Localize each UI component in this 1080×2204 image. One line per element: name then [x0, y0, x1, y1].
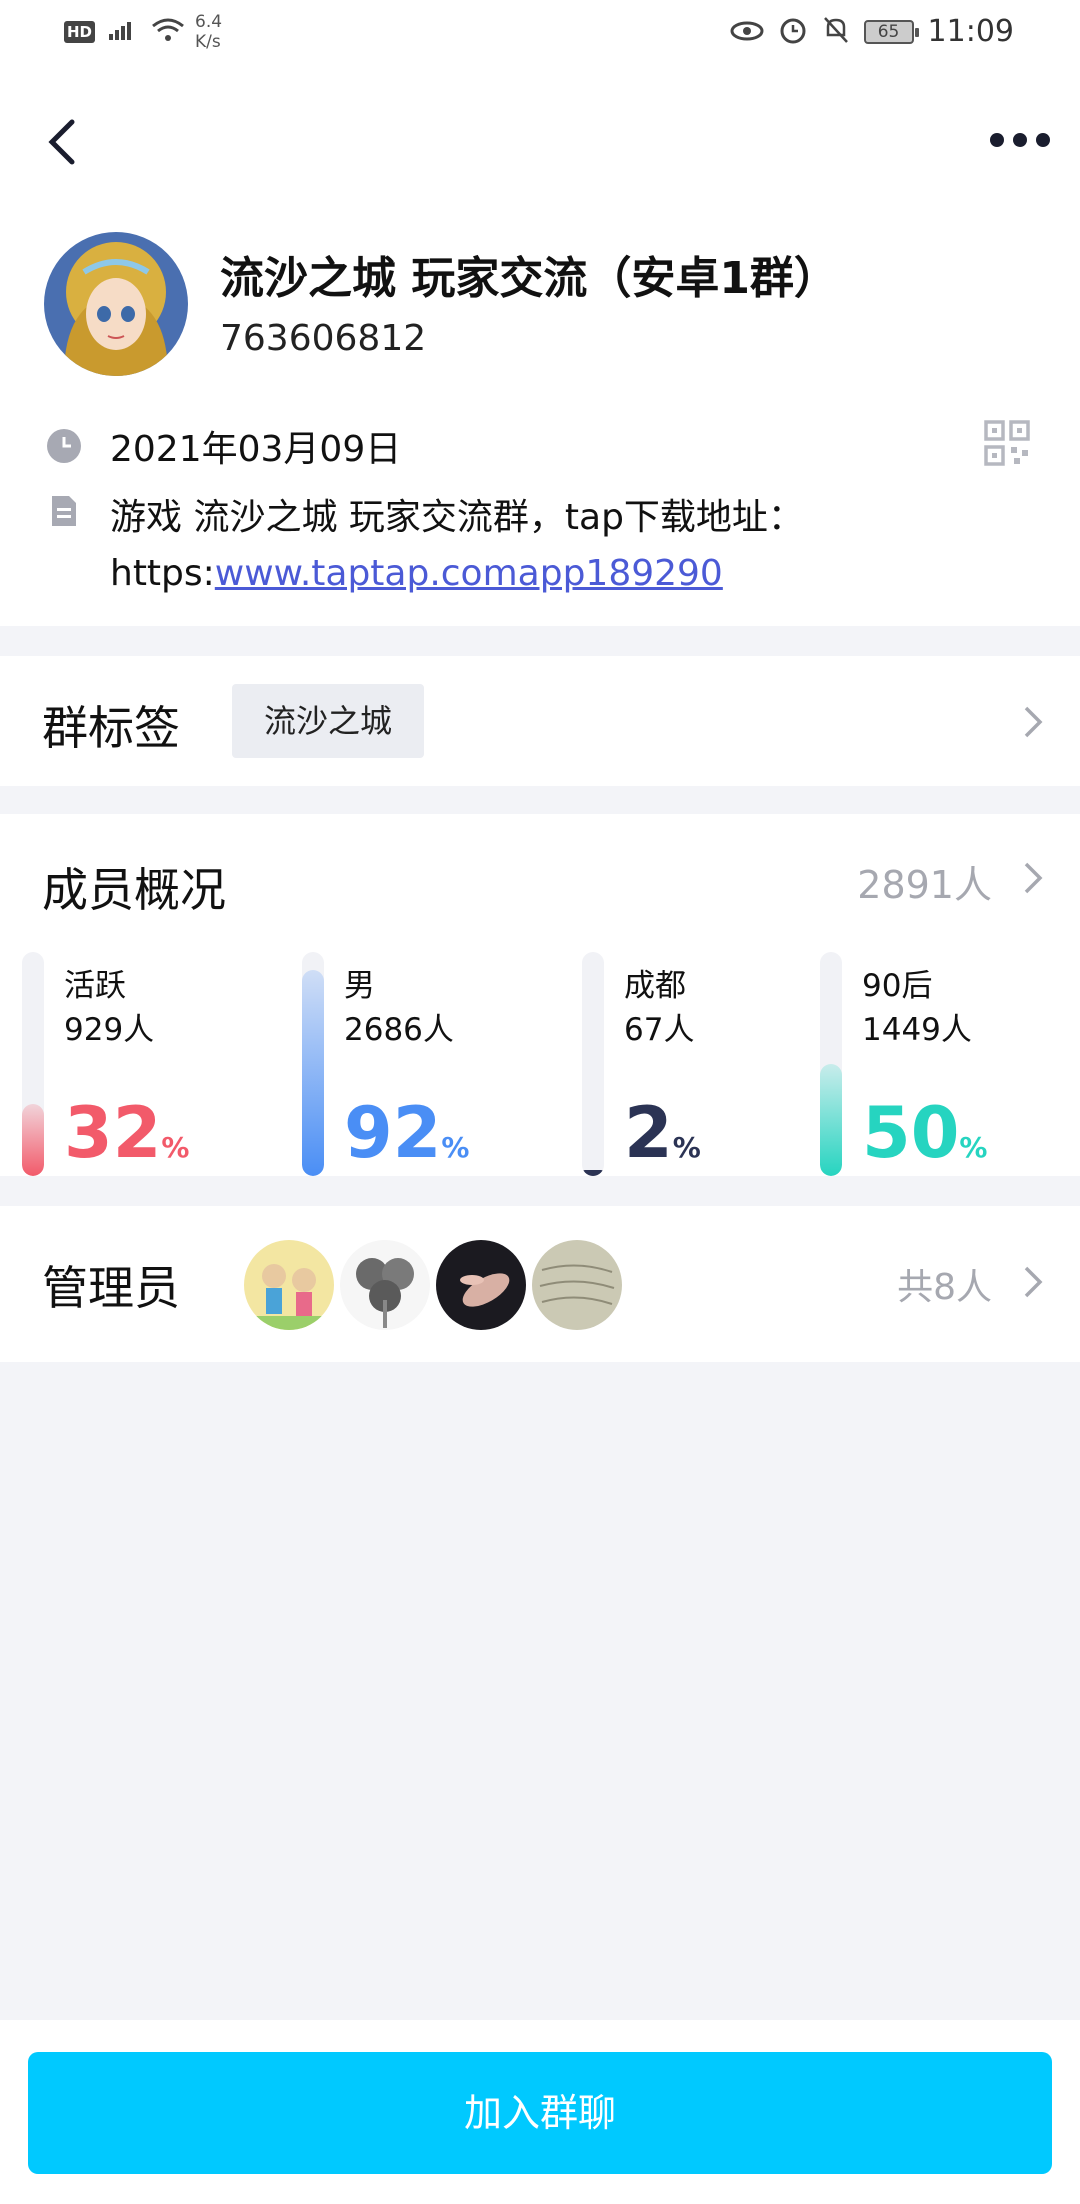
admin-avatar[interactable]: [244, 1240, 334, 1330]
admin-avatars: [244, 1240, 622, 1330]
stat-bar-fill: [582, 1170, 604, 1176]
clock-time: 11:09: [927, 14, 1014, 49]
stat-percent: 2%: [624, 1092, 701, 1174]
tags-title: 群标签: [42, 701, 180, 755]
member-count: 2891人: [857, 863, 992, 907]
stat-count: 67人: [624, 1012, 695, 1048]
speed-value: 6.4: [195, 12, 223, 32]
qr-code-button[interactable]: [984, 420, 1030, 466]
created-date-row: 2021年03月09日: [46, 420, 401, 472]
stat-bar-track: [820, 952, 842, 1176]
bottom-bar: 加入群聊: [0, 2020, 1080, 2204]
stat-count: 929人: [64, 1012, 155, 1048]
admin-avatar[interactable]: [532, 1240, 622, 1330]
stat-bar-track: [22, 952, 44, 1176]
document-icon: [52, 496, 76, 526]
avatar-illustration: [44, 232, 188, 376]
group-info-card: 流沙之城 玩家交流（安卓1群） 763606812 2021年03月09日 游戏…: [0, 70, 1080, 626]
eye-icon: [730, 18, 764, 46]
back-arrow-icon: [48, 119, 75, 165]
stat-percent-value: 92: [344, 1092, 442, 1174]
chevron-right-icon: [1024, 706, 1043, 738]
hd-badge: HD: [64, 21, 96, 43]
status-right: 65 11:09: [730, 14, 1014, 49]
stat-percent-unit: %: [441, 1131, 470, 1164]
admin-avatar[interactable]: [340, 1240, 430, 1330]
chevron-right-icon: [1024, 862, 1043, 894]
status-bar: HD 6.4 K/s 65 11:09: [0, 0, 1080, 70]
qr-code-icon: [984, 420, 1030, 466]
group-avatar[interactable]: [44, 232, 188, 376]
stat-percent-value: 32: [64, 1092, 162, 1174]
network-speed: 6.4 K/s: [195, 12, 222, 52]
admin-total: 共8人: [897, 1267, 992, 1308]
join-group-button[interactable]: 加入群聊: [28, 2052, 1052, 2174]
group-description: 游戏 流沙之城 玩家交流群，tap下载地址： https:www.taptap.…: [110, 490, 1026, 602]
group-tags-row[interactable]: 群标签 流沙之城: [0, 656, 1080, 786]
stat-count: 2686人: [344, 1012, 454, 1048]
stat-percent-unit: %: [672, 1131, 701, 1164]
stat-count: 1449人: [862, 1012, 972, 1048]
stat-bar-fill: [22, 1104, 44, 1176]
group-id: 763606812: [220, 318, 427, 359]
stat-percent-value: 2: [624, 1092, 673, 1174]
alarm-icon: [778, 15, 808, 49]
admins-row[interactable]: 管理员 共8人: [0, 1206, 1080, 1362]
stat-bar-track: [302, 952, 324, 1176]
stat-bar-track: [582, 952, 604, 1176]
status-left: HD 6.4 K/s: [64, 12, 222, 52]
stat-percent-value: 50: [862, 1092, 960, 1174]
more-options-button[interactable]: [988, 120, 1052, 160]
download-link[interactable]: www.taptap.comapp189290: [215, 553, 723, 594]
more-dot-icon: [1013, 133, 1027, 147]
stat-percent: 92%: [344, 1092, 469, 1174]
mute-bell-icon: [822, 15, 850, 49]
stat-percent-unit: %: [161, 1131, 190, 1164]
stat-bar-fill: [820, 1064, 842, 1176]
more-dot-icon: [990, 133, 1004, 147]
created-date: 2021年03月09日: [110, 429, 402, 470]
members-title: 成员概况: [42, 863, 226, 917]
admin-avatar[interactable]: [436, 1240, 526, 1330]
battery-indicator: 65: [863, 19, 919, 44]
stat-percent-unit: %: [959, 1131, 988, 1164]
stat-label: 活跃: [64, 968, 126, 1004]
stat-bar-fill: [302, 970, 324, 1176]
wifi-icon: [151, 17, 185, 47]
description-link-prefix: https:: [110, 553, 215, 594]
members-overview[interactable]: 成员概况 2891人 活跃 929人 32% 男 2686人 92% 成都 67…: [0, 814, 1080, 1176]
tag-chip[interactable]: 流沙之城: [232, 684, 425, 758]
stat-percent: 50%: [862, 1092, 987, 1174]
stat-label: 成都: [624, 968, 686, 1004]
signal-icon: [105, 18, 141, 46]
stat-percent: 32%: [64, 1092, 189, 1174]
speed-unit: K/s: [195, 32, 221, 52]
description-row: 游戏 流沙之城 玩家交流群，tap下载地址： https:www.taptap.…: [46, 490, 1026, 602]
chevron-right-icon: [1024, 1266, 1043, 1298]
stat-label: 男: [344, 968, 375, 1004]
stat-label: 90后: [862, 968, 933, 1004]
description-text: 游戏 流沙之城 玩家交流群，tap下载地址：: [110, 497, 804, 538]
clock-icon: [47, 429, 81, 463]
more-dot-icon: [1036, 133, 1050, 147]
back-button[interactable]: [40, 112, 86, 172]
admins-title: 管理员: [42, 1261, 180, 1315]
group-title: 流沙之城 玩家交流（安卓1群）: [220, 253, 838, 304]
